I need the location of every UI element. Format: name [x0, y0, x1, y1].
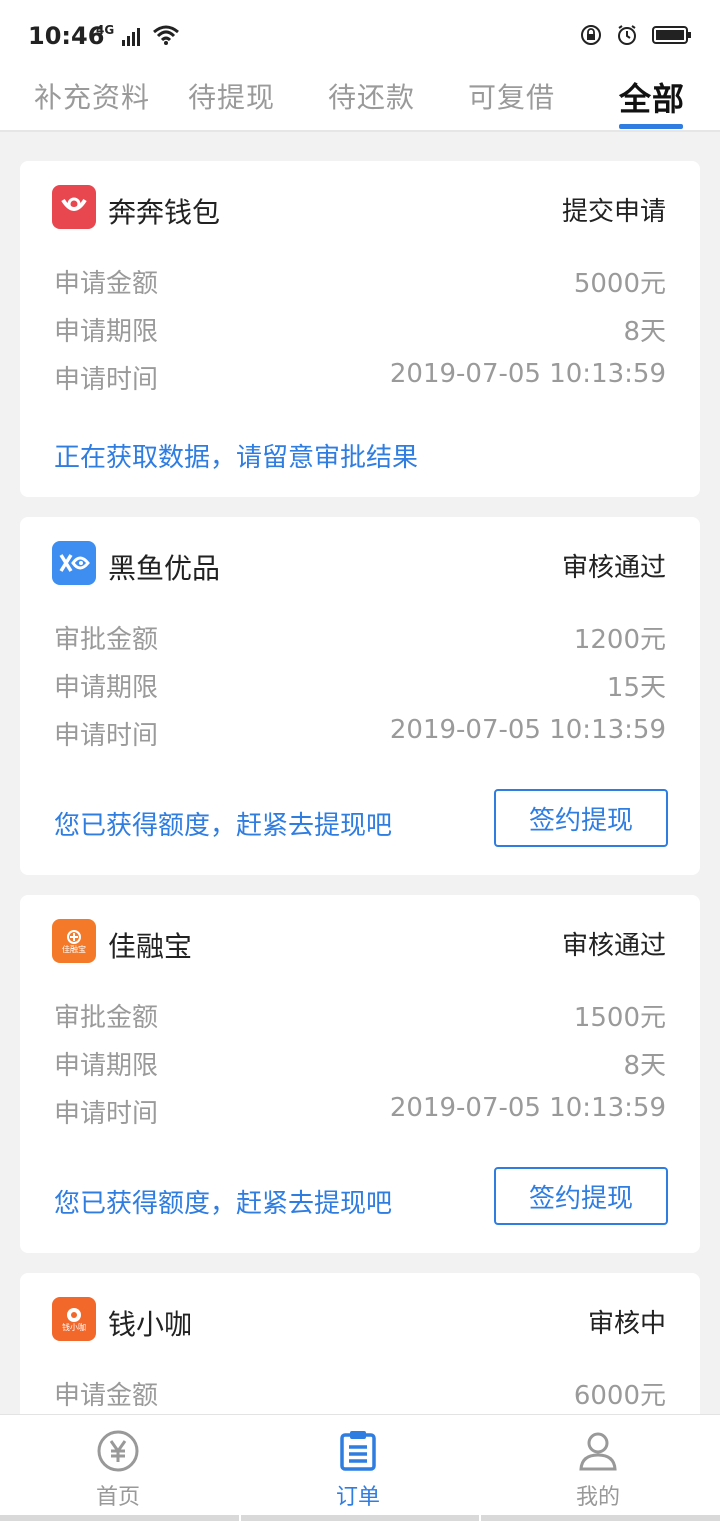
time-label: 申请时间	[54, 1099, 159, 1129]
lender-name: 钱小咖	[108, 1308, 193, 1341]
jiarongbao-logo-icon: 佳融宝	[52, 919, 96, 963]
nav-label: 订单	[335, 1485, 380, 1510]
logo-text: 钱小咖	[62, 1322, 86, 1332]
benben-wallet-logo-icon	[52, 185, 96, 229]
tab-pending-withdraw[interactable]: 待提现	[188, 76, 275, 116]
term-label: 申请期限	[54, 317, 159, 347]
status-note: 您已获得额度，赶紧去提现吧	[54, 1189, 393, 1219]
order-status: 提交申请	[561, 197, 666, 227]
order-status: 审核中	[587, 1309, 666, 1339]
tab-pending-repay[interactable]: 待还款	[328, 76, 415, 116]
amount-value: 1500元	[573, 1003, 666, 1033]
network-type: 4G	[96, 23, 115, 37]
status-right-icons	[580, 24, 692, 46]
status-left-icons: 4G	[96, 24, 180, 46]
battery-icon	[652, 26, 691, 44]
nav-label: 首页	[95, 1485, 140, 1510]
wifi-icon	[153, 25, 180, 45]
order-status: 审核通过	[561, 931, 666, 961]
status-time: 10:46	[28, 22, 105, 50]
time-label: 申请时间	[54, 365, 159, 395]
lender-name: 佳融宝	[108, 930, 193, 963]
qianxiaoka-logo-icon: 钱小咖	[52, 1297, 96, 1341]
lock-rotation-icon	[581, 25, 601, 45]
status-note: 您已获得额度，赶紧去提现吧	[54, 811, 393, 841]
time-value: 2019-07-05 10:13:59	[389, 1093, 666, 1123]
order-filter-tabs: 补充资料 待提现 待还款 可复借 全部	[0, 70, 720, 132]
nav-label: 我的	[575, 1485, 620, 1510]
yen-coin-icon	[97, 1430, 139, 1472]
gesture-bar	[0, 1515, 720, 1521]
order-list-icon	[340, 1431, 376, 1471]
term-label: 申请期限	[54, 1051, 159, 1081]
amount-value: 6000元	[573, 1381, 666, 1411]
user-icon	[579, 1432, 617, 1471]
order-card[interactable]: 奔奔钱包 提交申请 申请金额 5000元 申请期限 8天 申请时间 2019-0…	[20, 161, 700, 497]
time-value: 2019-07-05 10:13:59	[389, 715, 666, 745]
amount-label: 审批金额	[54, 625, 159, 655]
bottom-navigation: 首页 订单 我的	[0, 1414, 720, 1521]
time-label: 申请时间	[54, 721, 159, 751]
order-card[interactable]: 黑鱼优品 审核通过 审批金额 1200元 申请期限 15天 申请时间 2019-…	[20, 517, 700, 875]
amount-label: 申请金额	[54, 269, 159, 299]
order-card[interactable]: 佳融宝 佳融宝 审核通过 审批金额 1500元 申请期限 8天 申请时间 201…	[20, 895, 700, 1253]
alarm-icon	[618, 25, 636, 45]
lender-name: 黑鱼优品	[108, 552, 221, 585]
term-value: 8天	[623, 1051, 666, 1081]
order-status: 审核通过	[561, 553, 666, 583]
nav-home[interactable]: 首页	[58, 1429, 178, 1511]
time-value: 2019-07-05 10:13:59	[389, 359, 666, 389]
term-value: 15天	[606, 673, 666, 703]
amount-label: 审批金额	[54, 1003, 159, 1033]
status-note: 正在获取数据，请留意审批结果	[54, 443, 419, 473]
status-bar: 10:46 4G	[0, 0, 720, 70]
amount-value: 5000元	[573, 269, 666, 299]
term-value: 8天	[623, 317, 666, 347]
lender-name: 奔奔钱包	[108, 196, 221, 229]
nav-profile[interactable]: 我的	[538, 1429, 658, 1511]
amount-label: 申请金额	[54, 1381, 159, 1411]
amount-value: 1200元	[573, 625, 666, 655]
heiyu-logo-icon	[52, 541, 96, 585]
tab-reborrow[interactable]: 可复借	[468, 76, 555, 116]
sign-withdraw-button[interactable]: 签约提现	[494, 789, 668, 847]
nav-orders[interactable]: 订单	[298, 1429, 418, 1511]
signal-icon	[122, 28, 141, 46]
active-tab-indicator	[619, 124, 683, 129]
logo-text: 佳融宝	[62, 944, 86, 954]
tab-all[interactable]: 全部	[619, 74, 685, 120]
term-label: 申请期限	[54, 673, 159, 703]
order-card[interactable]: 钱小咖 钱小咖 审核中 申请金额 6000元	[20, 1273, 700, 1433]
tab-supplement-info[interactable]: 补充资料	[34, 76, 150, 116]
sign-withdraw-button[interactable]: 签约提现	[494, 1167, 668, 1225]
